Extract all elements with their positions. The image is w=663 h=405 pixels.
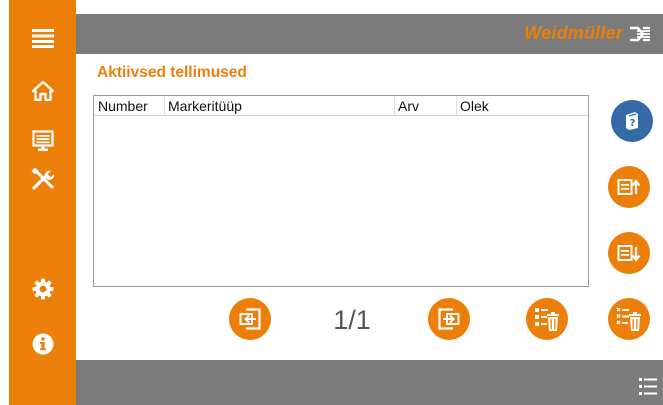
delete-all-button[interactable] [608, 298, 650, 340]
orders-table[interactable]: Number Markeritüüp Arv Olek [93, 95, 589, 287]
help-document-icon: ? [626, 112, 638, 130]
move-down-icon [617, 245, 641, 262]
previous-page-button[interactable] [229, 298, 271, 340]
monitor-button[interactable] [9, 121, 76, 161]
info-icon [32, 333, 53, 355]
tools-icon [30, 167, 54, 190]
column-header-status[interactable]: Olek [460, 98, 489, 114]
column-header-number[interactable]: Number [98, 98, 148, 114]
sidebar [0, 0, 76, 405]
info-button[interactable] [9, 324, 76, 364]
next-page-icon [438, 308, 460, 330]
delete-button[interactable] [526, 298, 568, 340]
column-divider [164, 96, 165, 115]
hamburger-menu-button[interactable] [9, 18, 76, 58]
gear-icon [32, 278, 53, 300]
page-title: Aktiivsed tellimused [97, 64, 247, 81]
previous-page-icon [239, 308, 261, 330]
tools-button[interactable] [9, 159, 76, 199]
column-divider [456, 96, 457, 115]
list-menu-icon [639, 378, 657, 395]
brand-name: Weidmüller [524, 23, 623, 43]
move-up-button[interactable] [608, 166, 650, 208]
page-counter: 1/1 [333, 305, 371, 335]
home-icon [31, 81, 54, 101]
table-header-row: Number Markeritüüp Arv Olek [94, 96, 588, 116]
move-down-button[interactable] [608, 232, 650, 274]
bottom-bar [76, 360, 663, 405]
brand-logo: Weidmüller [524, 23, 651, 44]
hamburger-menu-icon [31, 29, 54, 48]
help-button[interactable]: ? [611, 100, 653, 142]
app-screen: Weidmüller Aktiivsed tellimused Number M… [0, 0, 663, 405]
column-header-marker-type[interactable]: Markeritüüp [168, 98, 242, 114]
weidmuller-logo-icon [630, 26, 650, 41]
svg-text:?: ? [630, 118, 636, 129]
column-header-count[interactable]: Arv [398, 98, 419, 114]
top-bar: Weidmüller [76, 14, 663, 54]
delete-icon [535, 308, 559, 331]
column-divider [394, 96, 395, 115]
home-button[interactable] [9, 71, 76, 111]
next-page-button[interactable] [428, 298, 470, 340]
settings-button[interactable] [9, 269, 76, 309]
delete-all-icon [616, 307, 641, 331]
list-menu-button[interactable] [637, 376, 659, 398]
monitor-icon [31, 130, 54, 151]
move-up-icon [617, 179, 641, 195]
